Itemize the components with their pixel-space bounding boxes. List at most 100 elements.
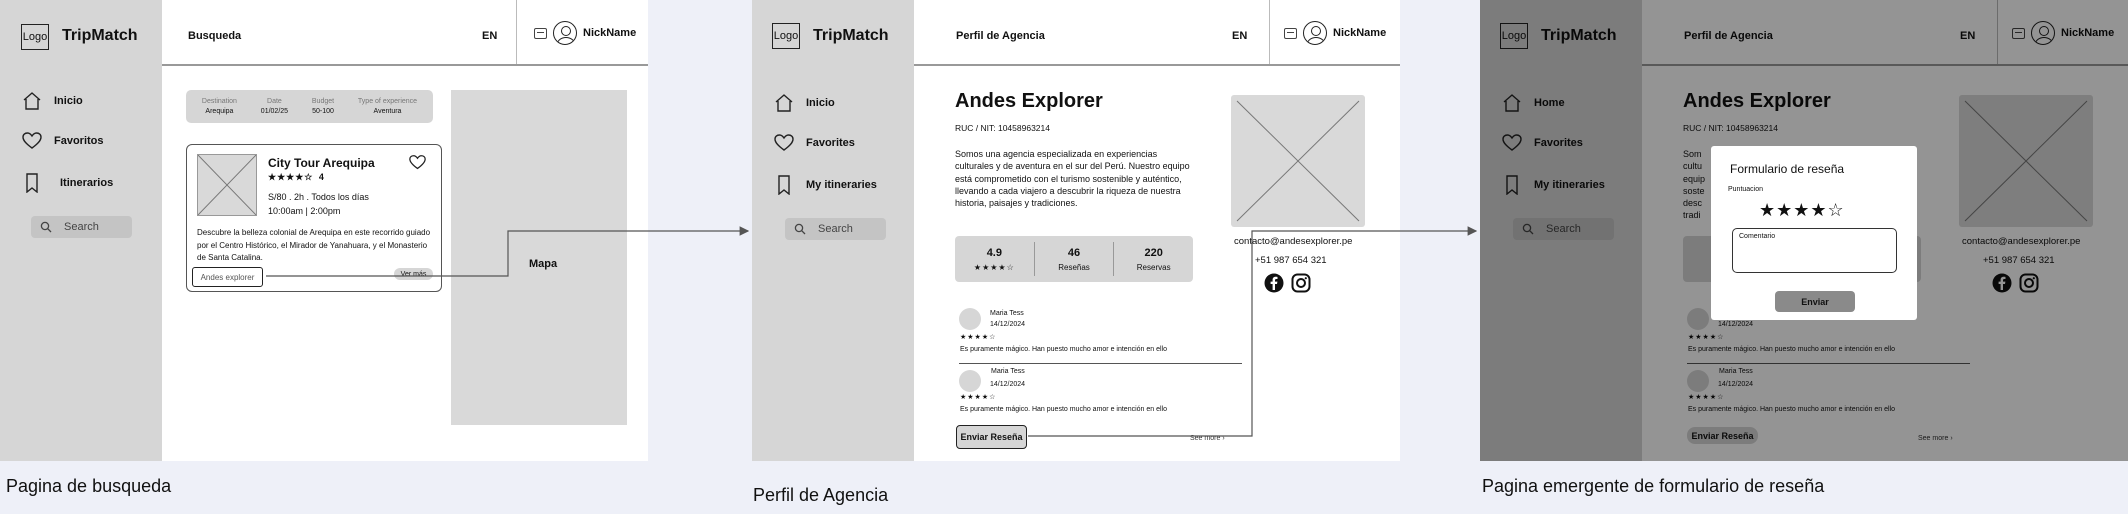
brand-name: TripMatch: [62, 27, 138, 44]
sidebar-item-label: Inicio: [806, 97, 835, 109]
sidebar-item-label: Itinerarios: [60, 177, 114, 189]
review-date: 14/12/2024: [990, 381, 1026, 388]
header-divider: [162, 64, 648, 66]
comment-field[interactable]: Comentario: [1732, 228, 1897, 273]
sidebar-item-label: Favorites: [806, 137, 855, 149]
language-selector[interactable]: EN: [1232, 30, 1247, 42]
brand-name: TripMatch: [813, 27, 889, 44]
caption-review-form: Pagina emergente de formulario de reseña: [1482, 476, 1825, 496]
search-icon: [40, 221, 52, 233]
agency-image: [1231, 95, 1365, 227]
see-more-link[interactable]: Ver más: [394, 268, 433, 280]
sidebar-item-favoritos[interactable]: Favoritos: [22, 131, 104, 151]
agency-phone: +51 987 654 321: [1255, 255, 1327, 266]
caption-agency-profile: Perfil de Agencia: [753, 485, 889, 505]
search-input[interactable]: Search: [31, 216, 132, 238]
search-page-frame: Logo TripMatch Inicio Favoritos Itinerar…: [0, 0, 648, 461]
filter-bar: Destination Arequipa Date 01/02/25 Budge…: [186, 90, 433, 123]
stat-bookings: 220 Reservas: [1136, 246, 1171, 272]
reviewer-avatar: [959, 308, 981, 330]
tour-rating: ★★★★☆ 4: [268, 172, 324, 182]
page-title: Perfil de Agencia: [956, 30, 1045, 42]
reviewer-avatar: [959, 370, 981, 392]
sidebar-item-itinerarios[interactable]: Itinerarios: [22, 173, 113, 193]
agency-name: Andes Explorer: [955, 90, 1103, 112]
sidebar-item-label: Favoritos: [54, 135, 104, 147]
agency-profile-frame: Logo TripMatch Inicio Favorites My itine…: [752, 0, 1400, 461]
username: NickName: [583, 27, 637, 39]
sidebar-item-inicio[interactable]: Inicio: [22, 91, 83, 111]
result-card[interactable]: City Tour Arequipa ★★★★☆ 4 S/80 . 2h . T…: [186, 144, 442, 292]
review-text: Es puramente mágico. Han puesto mucho am…: [960, 406, 1168, 413]
heart-icon: [22, 132, 42, 149]
sidebar-item-label: My itineraries: [806, 179, 877, 191]
language-selector[interactable]: EN: [482, 30, 497, 42]
username: NickName: [1333, 27, 1387, 39]
facebook-icon[interactable]: [1264, 273, 1284, 293]
map-label: Mapa: [529, 258, 558, 270]
divider: [1269, 0, 1270, 64]
filter-icon[interactable]: [534, 27, 547, 39]
tour-price: S/80 . 2h . Todos los días: [268, 192, 369, 202]
instagram-icon[interactable]: [1291, 273, 1311, 293]
agency-description: Somos una agencia especializada en exper…: [955, 149, 1190, 209]
filter-destination[interactable]: Destination Arequipa: [202, 98, 237, 115]
avatar-icon: [553, 21, 577, 45]
page-title: Busqueda: [188, 30, 242, 42]
home-icon: [775, 94, 793, 112]
search-input[interactable]: Search: [785, 218, 886, 240]
search-placeholder: Search: [818, 223, 853, 235]
send-review-button[interactable]: Enviar Reseña: [956, 425, 1027, 449]
user-menu[interactable]: NickName: [534, 21, 636, 45]
sidebar: Logo TripMatch Inicio Favorites My itine…: [752, 0, 914, 461]
header-divider: [914, 64, 1400, 66]
review-text: Es puramente mágico. Han puesto mucho am…: [960, 346, 1168, 353]
review-form-frame: Logo TripMatch Home Favorites My itinera…: [1480, 0, 2128, 461]
sidebar-item-label: Inicio: [54, 95, 83, 107]
tour-description: Descubre la belleza colonial de Arequipa…: [197, 228, 431, 262]
stat-reviews: 46 Reseñas: [1058, 246, 1090, 272]
review-stars: ★★★★☆: [960, 394, 997, 401]
avatar-icon: [1303, 21, 1327, 45]
divider: [959, 363, 1242, 364]
logo: Logo: [772, 23, 800, 49]
heart-icon[interactable]: [409, 154, 426, 171]
see-more-link[interactable]: See more ›: [1190, 435, 1225, 442]
sidebar-item-inicio[interactable]: Inicio: [774, 93, 835, 113]
user-menu[interactable]: NickName: [1284, 21, 1386, 45]
rating-label: Puntuacion: [1728, 186, 1764, 193]
reviewer-name: Maria Tess: [990, 310, 1024, 317]
home-icon: [23, 92, 41, 110]
logo: Logo: [21, 24, 49, 50]
filter-date[interactable]: Date 01/02/25: [261, 98, 288, 115]
sidebar-item-itineraries[interactable]: My itineraries: [774, 175, 877, 195]
modal-title: Formulario de reseña: [1730, 162, 1845, 176]
tour-title[interactable]: City Tour Arequipa: [268, 156, 375, 170]
caption-search-page: Pagina de busqueda: [6, 476, 172, 496]
filter-budget[interactable]: Budget 50-100: [312, 98, 334, 115]
stats-box: 4.9 ★★★★☆ 46 Reseñas 220 Reservas: [955, 236, 1193, 282]
arrow-right-icon: ›: [1222, 435, 1225, 442]
submit-button[interactable]: Enviar: [1775, 291, 1855, 312]
search-placeholder: Search: [64, 221, 99, 233]
sidebar-item-favorites[interactable]: Favorites: [774, 133, 855, 153]
bookmark-icon: [778, 175, 790, 195]
agency-email[interactable]: contacto@andesexplorer.pe: [1234, 236, 1352, 247]
filter-experience[interactable]: Type of experience Aventura: [358, 98, 417, 115]
review-stars: ★★★★☆: [960, 334, 997, 341]
review-form-modal: Formulario de reseña Puntuacion ★★★★☆ Co…: [1711, 146, 1917, 320]
comment-label: Comentario: [1739, 233, 1776, 240]
filter-icon[interactable]: [1284, 27, 1297, 39]
rating-stars[interactable]: ★★★★☆: [1759, 200, 1845, 221]
search-icon: [794, 223, 806, 235]
reviewer-name: Maria Tess: [991, 368, 1025, 375]
divider: [516, 0, 517, 64]
heart-icon: [774, 134, 794, 151]
stat-rating: 4.9 ★★★★☆: [973, 246, 1015, 272]
agency-link[interactable]: Andes explorer: [192, 267, 263, 287]
bookmark-icon: [26, 173, 38, 193]
review-date: 14/12/2024: [990, 321, 1026, 328]
tour-schedule: 10:00am | 2:00pm: [268, 206, 341, 216]
agency-ruc: RUC / NIT: 10458963214: [955, 123, 1050, 133]
sidebar: Logo TripMatch Inicio Favoritos Itinerar…: [0, 0, 162, 461]
